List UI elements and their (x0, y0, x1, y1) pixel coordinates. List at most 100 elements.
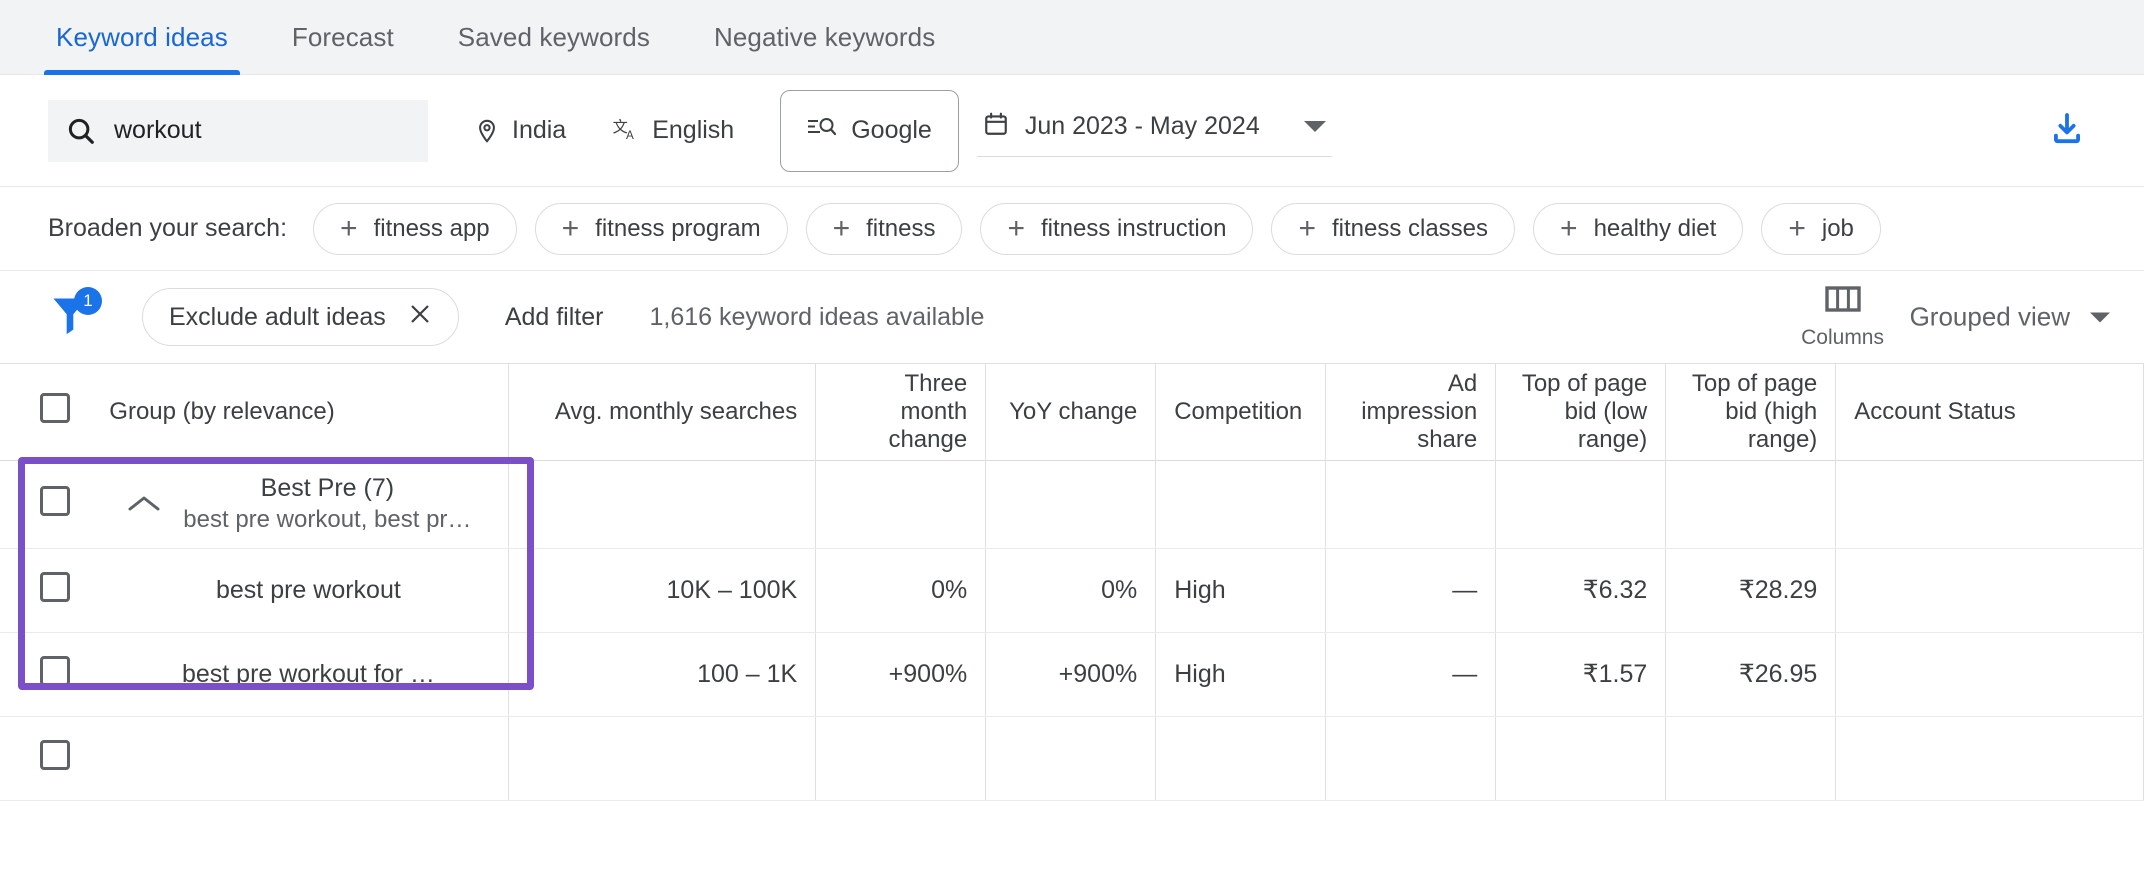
table-row[interactable]: best pre workout 10K – 100K 0% 0% High —… (0, 548, 2144, 633)
broaden-chip-job[interactable]: + job (1761, 202, 1881, 255)
close-icon[interactable] (408, 302, 432, 333)
header-top-bid-low[interactable]: Top of page bid (low range) (1495, 364, 1667, 461)
group-subtitle: best pre workout, best pr… (183, 505, 472, 533)
plus-icon: + (340, 211, 358, 245)
cell-yoy-change (985, 716, 1157, 801)
svg-text:A: A (626, 129, 634, 142)
tab-negative-keywords[interactable]: Negative keywords (706, 0, 943, 75)
chip-label: fitness instruction (1041, 214, 1227, 242)
translate-icon: 文 A (612, 117, 640, 145)
tab-bar: Keyword ideas Forecast Saved keywords Ne… (0, 0, 2144, 75)
view-mode-selector[interactable]: Grouped view (1910, 302, 2112, 333)
search-engine-selector[interactable]: Google (780, 89, 959, 172)
cell-three-month-change (815, 460, 987, 549)
row-checkbox[interactable] (39, 571, 70, 602)
calendar-icon (983, 111, 1009, 142)
tab-forecast[interactable]: Forecast (284, 0, 402, 75)
broaden-label: Broaden your search: (48, 214, 288, 242)
add-filter-button[interactable]: Add filter (505, 303, 604, 332)
broaden-chip-fitness-classes[interactable]: + fitness classes (1271, 202, 1516, 255)
columns-icon (1824, 284, 1861, 320)
filter-funnel-icon (48, 298, 92, 343)
date-range-label: Jun 2023 - May 2024 (1024, 111, 1260, 140)
cell-top-bid-low: ₹1.57 (1495, 632, 1667, 717)
table-row[interactable]: best pre workout for … 100 – 1K +900% +9… (0, 632, 2144, 717)
location-selector[interactable]: India (474, 116, 566, 145)
cell-top-bid-low (1495, 460, 1667, 549)
cell-three-month-change: +900% (815, 632, 987, 717)
chip-label: healthy diet (1593, 214, 1717, 242)
tab-label: Forecast (291, 22, 394, 52)
cell-top-bid-low: ₹6.32 (1495, 548, 1667, 633)
header-group[interactable]: Group (by relevance) (109, 364, 509, 461)
tab-keyword-ideas[interactable]: Keyword ideas (44, 0, 240, 75)
tab-label: Keyword ideas (56, 22, 228, 52)
cell-competition (1155, 460, 1327, 549)
cell-account-status (1835, 460, 2144, 549)
plus-icon: + (561, 211, 580, 245)
cell-avg-monthly-searches (508, 460, 817, 549)
broaden-chip-fitness-program[interactable]: + fitness program (534, 202, 788, 255)
keyword-name-cell[interactable]: best pre workout (109, 548, 509, 633)
table-row[interactable] (0, 716, 2144, 801)
select-all-checkbox[interactable] (39, 393, 70, 424)
header-competition[interactable]: Competition (1155, 364, 1327, 461)
row-checkbox[interactable] (39, 655, 70, 686)
broaden-chip-fitness[interactable]: + fitness (805, 202, 963, 255)
header-top-bid-high[interactable]: Top of page bid (high range) (1665, 364, 1837, 461)
tab-saved-keywords[interactable]: Saved keywords (450, 0, 658, 75)
plus-icon: + (1560, 211, 1578, 245)
header-account-status[interactable]: Account Status (1835, 364, 2144, 461)
cell-account-status (1835, 548, 2144, 633)
chip-label: job (1821, 214, 1854, 242)
cell-three-month-change (815, 716, 987, 801)
download-icon (2048, 109, 2086, 152)
cell-yoy-change (985, 460, 1157, 549)
location-pin-icon (474, 118, 500, 144)
cell-competition: High (1155, 632, 1327, 717)
keyword-ideas-count: 1,616 keyword ideas available (649, 302, 985, 331)
filter-bar: 1 Exclude adult ideas Add filter 1,616 k… (0, 271, 2144, 363)
row-checkbox-cell (0, 548, 110, 633)
language-selector[interactable]: 文 A English (612, 116, 734, 145)
header-three-month-change[interactable]: Three month change (815, 364, 987, 461)
table-header-row: Group (by relevance) Avg. monthly search… (0, 364, 2144, 461)
filter-funnel-button[interactable]: 1 (48, 287, 102, 343)
row-checkbox[interactable] (39, 739, 70, 770)
cell-avg-monthly-searches: 10K – 100K (508, 548, 817, 633)
search-network-icon (807, 114, 837, 147)
keyword-name-cell[interactable] (109, 716, 509, 801)
broaden-search-row: Broaden your search: + fitness app + fitne… (0, 187, 2144, 271)
filter-chip-exclude-adult-ideas[interactable]: Exclude adult ideas (142, 288, 459, 346)
group-name-cell[interactable]: Best Pre (7) best pre workout, best pr… (109, 460, 509, 549)
keyword-table-wrapper: Group (by relevance) Avg. monthly search… (0, 363, 2144, 801)
select-all-header (0, 364, 110, 461)
cell-avg-monthly-searches (508, 716, 817, 801)
row-checkbox-cell (0, 716, 110, 801)
search-icon (66, 116, 96, 146)
row-checkbox-cell (0, 632, 110, 717)
search-input-container[interactable] (48, 99, 428, 162)
download-button[interactable] (2048, 109, 2086, 152)
plus-icon: + (832, 211, 851, 245)
cell-yoy-change: +900% (985, 632, 1157, 717)
columns-button[interactable]: Columns (1801, 284, 1884, 350)
header-yoy-change[interactable]: YoY change (985, 364, 1157, 461)
header-avg-monthly-searches[interactable]: Avg. monthly searches (508, 364, 817, 461)
search-input[interactable] (114, 116, 410, 145)
date-range-selector[interactable]: Jun 2023 - May 2024 (976, 105, 1332, 157)
broaden-chip-fitness-app[interactable]: + fitness app (313, 202, 517, 255)
table-row[interactable]: Best Pre (7) best pre workout, best pr… (0, 460, 2144, 549)
broaden-chip-fitness-instruction[interactable]: + fitness instruction (980, 202, 1254, 255)
cell-account-status (1835, 716, 2144, 801)
broaden-chip-healthy-diet[interactable]: + healthy diet (1533, 202, 1744, 255)
cell-top-bid-high: ₹26.95 (1665, 632, 1837, 717)
row-checkbox[interactable] (39, 485, 70, 516)
cell-ad-impression-share (1325, 716, 1497, 801)
chevron-up-icon[interactable] (127, 493, 161, 515)
view-mode-label: Grouped view (1909, 301, 2070, 332)
cell-account-status (1835, 632, 2144, 717)
header-ad-impression-share[interactable]: Ad impression share (1325, 364, 1497, 461)
keyword-name-cell[interactable]: best pre workout for … (109, 632, 509, 717)
chevron-down-icon (2088, 302, 2112, 333)
